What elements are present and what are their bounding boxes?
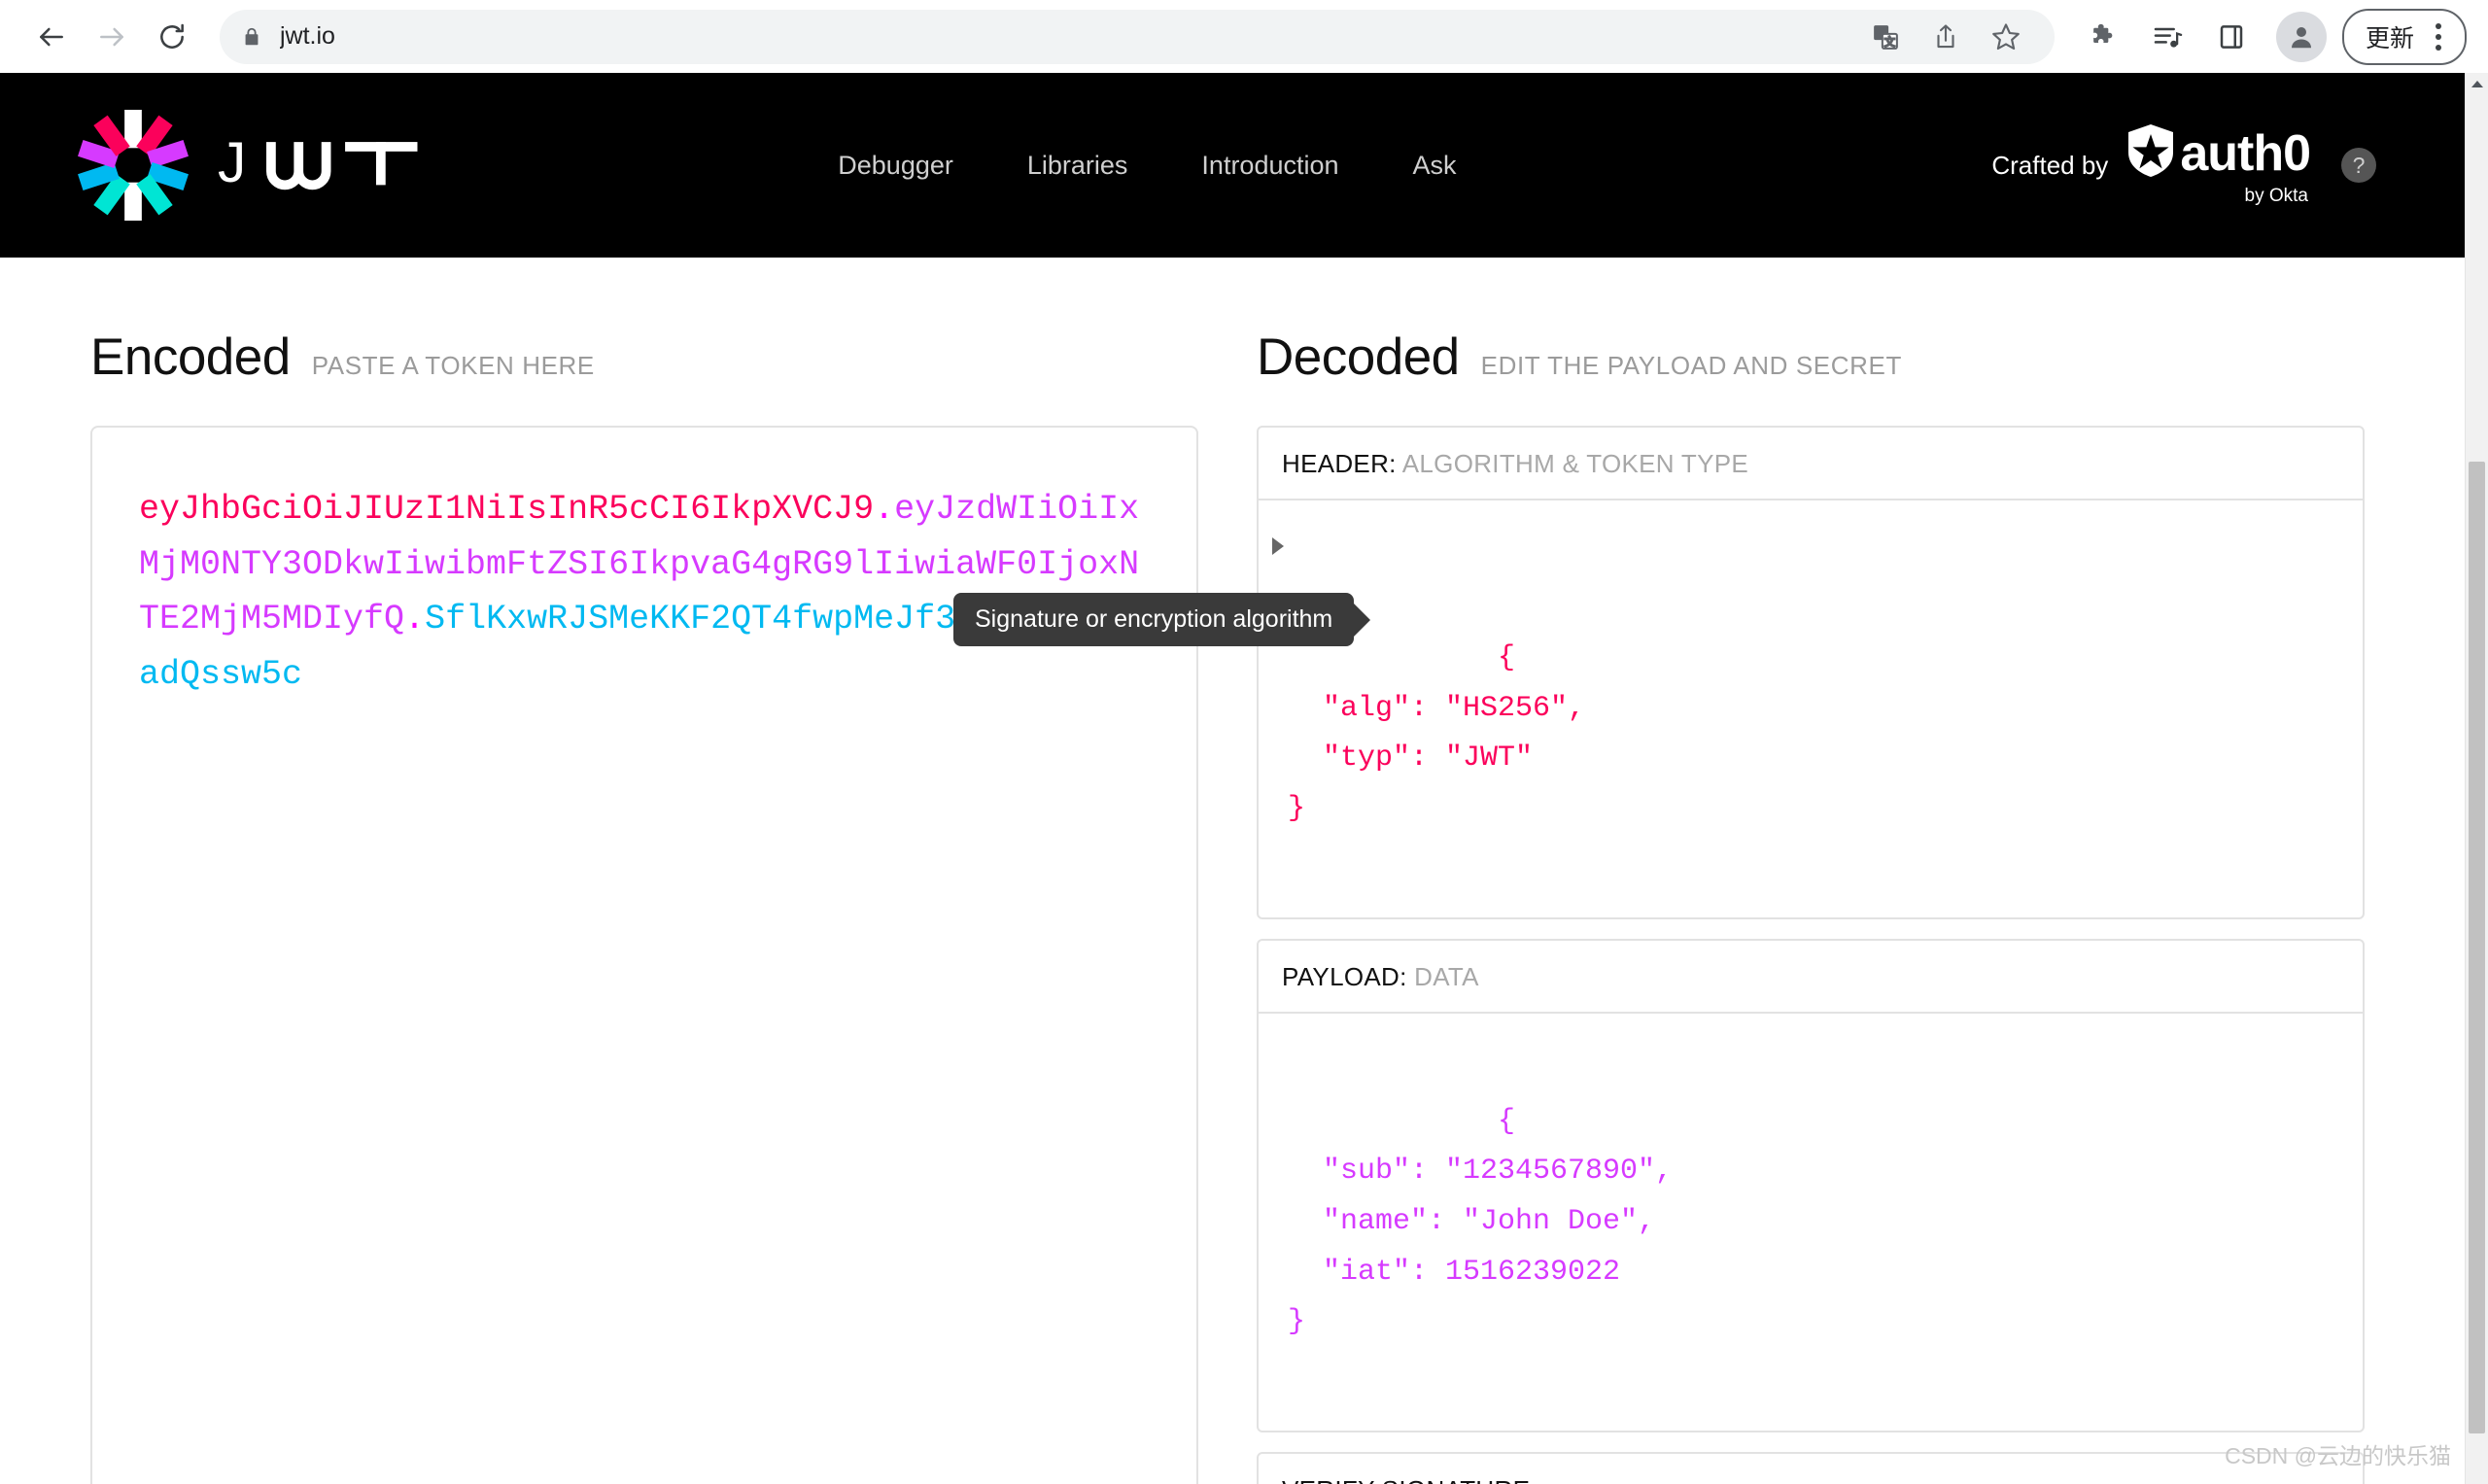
forward-button[interactable]: [82, 7, 142, 67]
encoded-token-editor[interactable]: eyJhbGciOiJIUzI1NiIsInR5cCI6IkpXVCJ9.eyJ…: [90, 426, 1355, 1484]
nav-item-ask[interactable]: Ask: [1376, 151, 1494, 181]
jwt-wordmark: J: [218, 135, 441, 195]
side-panel-icon[interactable]: [2206, 12, 2257, 62]
translate-icon[interactable]: G 文: [1860, 12, 1911, 62]
profile-avatar-icon[interactable]: [2275, 11, 2327, 62]
payload-panel-sub: DATA: [1414, 962, 1479, 992]
crafted-by-label: Crafted by: [1991, 150, 2109, 180]
back-arrow-icon: [36, 21, 67, 52]
address-bar[interactable]: jwt.io G 文: [220, 9, 2055, 64]
watermark-text: CSDN @云边的快乐猫: [2225, 1443, 2451, 1468]
decoded-subtitle: EDIT THE PAYLOAD AND SECRET: [1480, 351, 1902, 380]
encoded-column: Encoded PASTE A TOKEN HERE eyJhbGciOiJIU…: [90, 258, 1355, 1484]
token-separator-1: .: [874, 490, 895, 529]
bookmark-star-icon[interactable]: [1981, 12, 2031, 62]
svg-text:J: J: [218, 135, 257, 194]
chevron-up-icon: [2471, 81, 2483, 87]
encoded-title: Encoded: [90, 328, 291, 386]
auth0-sub-label: by Okta: [2244, 186, 2308, 206]
decoded-heading: Decoded EDIT THE PAYLOAD AND SECRET: [1257, 258, 2365, 387]
header-panel: HEADER: ALGORITHM & TOKEN TYPE { "alg": …: [1257, 426, 2365, 920]
auth0-wordmark: auth0: [2180, 124, 2311, 182]
payload-panel-body[interactable]: { "sub": "1234567890", "name": "John Doe…: [1259, 1014, 2363, 1431]
browser-toolbar: jwt.io G 文 更新: [0, 0, 2488, 73]
share-icon[interactable]: [1920, 12, 1971, 62]
nav-item-debugger[interactable]: Debugger: [801, 151, 990, 181]
page-scrollbar[interactable]: [2465, 73, 2488, 1484]
page-viewport: J Debugger Libraries Introduction Ask Cr…: [0, 73, 2466, 1484]
header-panel-label: HEADER:: [1282, 449, 1397, 478]
svg-text:文: 文: [1884, 34, 1895, 48]
url-text: jwt.io: [280, 22, 335, 50]
three-dot-menu-icon[interactable]: [2424, 17, 2453, 56]
auth0-logo[interactable]: auth0 by Okta: [2125, 123, 2311, 207]
payload-panel-label: PAYLOAD:: [1282, 962, 1407, 992]
verify-signature-panel: VERIFY SIGNATURE HMACSHA256( base64UrlEn…: [1257, 1452, 2365, 1484]
scrollbar-thumb[interactable]: [2469, 462, 2485, 1433]
algorithm-tooltip: Signature or encryption algorithm: [953, 593, 1355, 646]
site-navigation: Debugger Libraries Introduction Ask: [801, 151, 1493, 181]
token-header-segment: eyJhbGciOiJIUzI1NiIsInR5cCI6IkpXVCJ9: [139, 490, 875, 529]
back-button[interactable]: [21, 7, 82, 67]
update-button-label: 更新: [2365, 24, 2414, 52]
payload-panel: PAYLOAD: DATA { "sub": "1234567890", "na…: [1257, 939, 2365, 1433]
scrollbar-up-button[interactable]: [2466, 73, 2488, 95]
payload-panel-title: PAYLOAD: DATA: [1259, 941, 2363, 1015]
omnibox-actions: G 文: [1860, 12, 2033, 62]
verify-signature-label: VERIFY SIGNATURE: [1282, 1475, 1530, 1484]
forward-arrow-icon: [96, 21, 127, 52]
update-button[interactable]: 更新: [2341, 8, 2467, 65]
encoded-heading: Encoded PASTE A TOKEN HERE: [90, 258, 1198, 387]
verify-signature-title: VERIFY SIGNATURE: [1259, 1454, 2363, 1484]
brand-logo[interactable]: J: [76, 108, 441, 223]
help-icon[interactable]: ?: [2341, 148, 2376, 183]
nav-item-libraries[interactable]: Libraries: [990, 151, 1165, 181]
media-playlist-icon[interactable]: [2142, 12, 2193, 62]
site-header: J Debugger Libraries Introduction Ask Cr…: [0, 73, 2466, 258]
reload-icon: [156, 21, 188, 52]
browser-tool-icons: [2078, 11, 2327, 62]
reload-button[interactable]: [142, 7, 202, 67]
nav-item-introduction[interactable]: Introduction: [1164, 151, 1375, 181]
decoded-title: Decoded: [1257, 328, 1460, 386]
payload-json: { "sub": "1234567890", "name": "John Doe…: [1288, 1104, 1674, 1339]
screenshot-root: jwt.io G 文 更新 J Debugger Libraries Intro…: [0, 0, 2488, 1484]
auth0-shield-icon: [2125, 123, 2176, 183]
header-panel-body[interactable]: { "alg": "HS256", "typ": "JWT" }: [1259, 500, 2363, 917]
encoded-subtitle: PASTE A TOKEN HERE: [311, 351, 595, 380]
token-separator-2: .: [404, 600, 426, 639]
lock-icon: [241, 25, 262, 49]
decoded-column: Decoded EDIT THE PAYLOAD AND SECRET HEAD…: [1257, 258, 2365, 1484]
fold-arrow-icon[interactable]: [1272, 537, 1284, 555]
extensions-puzzle-icon[interactable]: [2078, 12, 2128, 62]
header-json: { "alg": "HS256", "typ": "JWT" }: [1288, 641, 1586, 825]
header-panel-title: HEADER: ALGORITHM & TOKEN TYPE: [1259, 428, 2363, 500]
header-panel-sub: ALGORITHM & TOKEN TYPE: [1401, 449, 1749, 478]
jwt-logo-icon: [76, 108, 190, 223]
crafted-by-block: Crafted by auth0 by Okta ?: [1991, 123, 2376, 207]
